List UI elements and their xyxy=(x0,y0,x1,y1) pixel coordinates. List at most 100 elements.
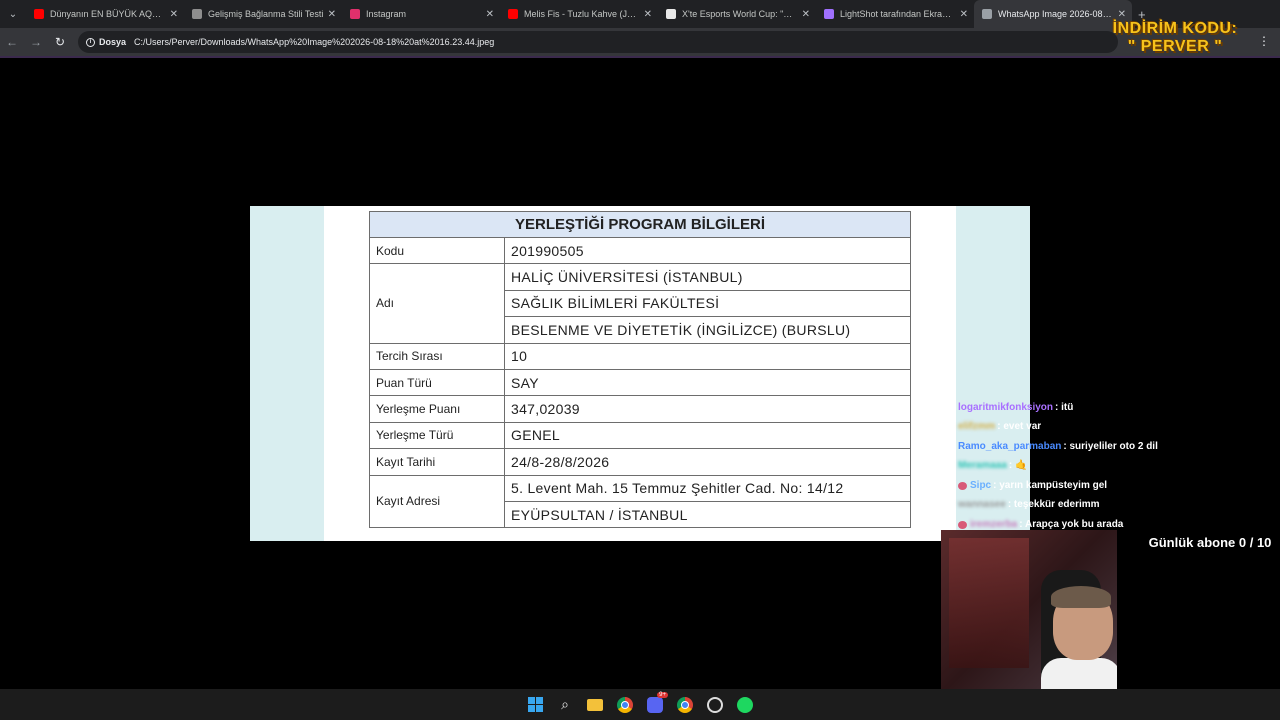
row-value: HALİÇ ÜNİVERSİTESİ (İSTANBUL) xyxy=(504,263,911,291)
chat-message: Meramaaa: 🤙 xyxy=(958,457,1278,477)
discord-icon xyxy=(647,696,663,713)
app-icon xyxy=(707,696,723,713)
viewed-image: YERLEŞTİĞİ PROGRAM BİLGİLERİ Kodu 201990… xyxy=(250,206,1030,541)
row-label: Yerleşme Puanı xyxy=(369,395,505,423)
chrome-button[interactable] xyxy=(614,694,636,716)
row-label: Kayıt Adresi xyxy=(369,474,505,529)
browser-tab[interactable]: Instagram ✕ xyxy=(342,0,500,28)
table-row: Adı HALİÇ ÜNİVERSİTESİ (İSTANBUL) xyxy=(369,263,911,344)
row-value: EYÜPSULTAN / İSTANBUL xyxy=(504,500,911,529)
discord-badge: 9+ xyxy=(657,691,668,698)
tab-title: WhatsApp Image 2026-08-18 xyxy=(998,9,1114,19)
row-value: SAĞLIK BİLİMLERİ FAKÜLTESİ xyxy=(504,289,911,318)
file-chip[interactable]: i Dosya xyxy=(86,37,134,47)
chat-username[interactable]: elifzmm xyxy=(958,421,995,433)
forward-icon[interactable]: → xyxy=(24,35,48,49)
browser-tab[interactable]: Gelişmiş Bağlanma Stili Testi ✕ xyxy=(184,0,342,28)
row-label: Kodu xyxy=(369,236,505,265)
tab-favicon-icon xyxy=(982,9,992,19)
row-value: 24/8-28/8/2026 xyxy=(504,448,911,476)
browser-tab[interactable]: LightShot tarafından Ekran Gör ✕ xyxy=(816,0,974,28)
browser-tab[interactable]: Melis Fis - Tuzlu Kahve (Jenerik ✕ xyxy=(500,0,658,28)
table-row: Yerleşme Puanı 347,02039 xyxy=(369,395,911,423)
chat-text: : evet var xyxy=(997,421,1042,433)
tab-close-icon[interactable]: ✕ xyxy=(486,9,494,20)
chrome-icon xyxy=(677,696,693,713)
row-label: Kayıt Tarihi xyxy=(369,448,505,476)
back-icon[interactable]: ← xyxy=(0,35,24,49)
table-row: Kayıt Adresi 5. Levent Mah. 15 Temmuz Şe… xyxy=(369,474,911,529)
row-value: 5. Levent Mah. 15 Temmuz Şehitler Cad. N… xyxy=(504,474,911,502)
row-label: Tercih Sırası xyxy=(369,342,505,370)
row-value: SAY xyxy=(504,368,911,397)
tab-title: LightShot tarafından Ekran Gör xyxy=(840,9,956,19)
taskbar: ⌕ 9+ xyxy=(0,689,1280,720)
tab-title: Instagram xyxy=(366,9,407,19)
spotify-icon xyxy=(737,696,753,713)
table-header: YERLEŞTİĞİ PROGRAM BİLGİLERİ xyxy=(369,211,911,238)
tab-favicon-icon xyxy=(350,9,360,19)
chrome-icon xyxy=(617,696,633,713)
tab-close-icon[interactable]: ✕ xyxy=(960,9,968,20)
chat-text: : 🤙 xyxy=(1008,460,1028,472)
chat-overlay: logaritmikfonksiyon: itü elifzmm: evet va… xyxy=(958,398,1278,535)
start-button[interactable] xyxy=(524,694,546,716)
chat-text: : itü xyxy=(1055,401,1074,413)
tab-title: Melis Fis - Tuzlu Kahve (Jenerik xyxy=(524,9,640,19)
url-text[interactable]: C:/Users/Perver/Downloads/WhatsApp%20Ima… xyxy=(134,37,494,47)
row-label: Puan Türü xyxy=(369,368,505,397)
tab-favicon-icon xyxy=(34,9,44,19)
promo-line-1: İNDİRİM KODU: xyxy=(1112,20,1238,37)
file-explorer-button[interactable] xyxy=(584,694,606,716)
table-row: Puan Türü SAY xyxy=(369,368,911,397)
spotify-button[interactable] xyxy=(734,694,756,716)
reload-icon[interactable]: ↻ xyxy=(48,35,72,49)
tab-close-icon[interactable]: ✕ xyxy=(1118,9,1126,20)
info-icon: i xyxy=(86,37,95,47)
tab-close-icon[interactable]: ✕ xyxy=(170,9,178,20)
row-value: BESLENME VE DİYETETİK (İNGİLİZCE) (BURSL… xyxy=(504,316,911,344)
chat-username[interactable]: Sipc xyxy=(970,480,991,492)
tab-close-icon[interactable]: ✕ xyxy=(644,9,652,20)
chrome-profile-button[interactable] xyxy=(674,694,696,716)
tab-close-icon[interactable]: ✕ xyxy=(802,9,810,20)
row-label: Yerleşme Türü xyxy=(369,421,505,450)
chat-text: : teşekkür ederimm xyxy=(1007,499,1100,511)
tab-strip: ⌄ Dünyanın EN BÜYÜK AQUAPAR✕Gelişmiş Bağ… xyxy=(0,0,1280,28)
chat-username[interactable]: wannasee xyxy=(958,499,1006,511)
search-icon[interactable]: ⌕ xyxy=(554,694,576,716)
chat-message: wannasee: teşekkür ederimm xyxy=(958,496,1278,516)
chat-text: : yarın kampüsteyim gel xyxy=(993,479,1108,491)
tab-search-icon[interactable]: ⌄ xyxy=(0,0,26,28)
browser-tab[interactable]: X'te Esports World Cup: "The la ✕ xyxy=(658,0,816,28)
chat-username[interactable]: logaritmikfonksiyon xyxy=(958,402,1053,414)
tab-title: Gelişmiş Bağlanma Stili Testi xyxy=(208,9,324,19)
chat-text: : suriyeliler oto 2 dil xyxy=(1063,440,1158,452)
row-label: Adı xyxy=(369,263,505,344)
tab-favicon-icon xyxy=(824,9,834,19)
file-chip-label: Dosya xyxy=(99,37,127,47)
discord-button[interactable]: 9+ xyxy=(644,691,668,716)
browser-tab[interactable]: Dünyanın EN BÜYÜK AQUAPAR ✕ xyxy=(26,0,184,28)
row-value: 10 xyxy=(504,342,911,370)
address-bar[interactable]: i Dosya C:/Users/Perver/Downloads/WhatsA… xyxy=(78,31,1118,53)
table-row: Kodu 201990505 xyxy=(369,236,911,265)
screen: ⌄ Dünyanın EN BÜYÜK AQUAPAR✕Gelişmiş Bağ… xyxy=(0,0,1280,720)
menu-icon[interactable]: ⋮ xyxy=(1258,34,1270,48)
tab-title: X'te Esports World Cup: "The la xyxy=(682,9,798,19)
document: YERLEŞTİĞİ PROGRAM BİLGİLERİ Kodu 201990… xyxy=(324,206,956,541)
settings-app-button[interactable] xyxy=(704,694,726,716)
chat-message: Ramo_aka_parmaban: suriyeliler oto 2 dil xyxy=(958,437,1278,457)
chat-message: Sipc: yarın kampüsteyim gel xyxy=(958,476,1278,496)
address-toolbar: ← → ↻ i Dosya C:/Users/Perver/Downloads/… xyxy=(0,28,1280,56)
background-poster xyxy=(949,538,1029,668)
tab-close-icon[interactable]: ✕ xyxy=(328,9,336,20)
chat-username[interactable]: Ramo_aka_parmaban xyxy=(958,441,1061,453)
chat-username[interactable]: Meramaaa xyxy=(958,460,1007,472)
tab-title: Dünyanın EN BÜYÜK AQUAPAR xyxy=(50,9,166,19)
chat-text: : Arapça yok bu arada xyxy=(1019,518,1124,530)
heart-badge-icon xyxy=(958,481,967,490)
chat-username[interactable]: iremzerba xyxy=(970,519,1017,531)
table-row: Kayıt Tarihi 24/8-28/8/2026 xyxy=(369,448,911,476)
divider xyxy=(0,56,1280,58)
